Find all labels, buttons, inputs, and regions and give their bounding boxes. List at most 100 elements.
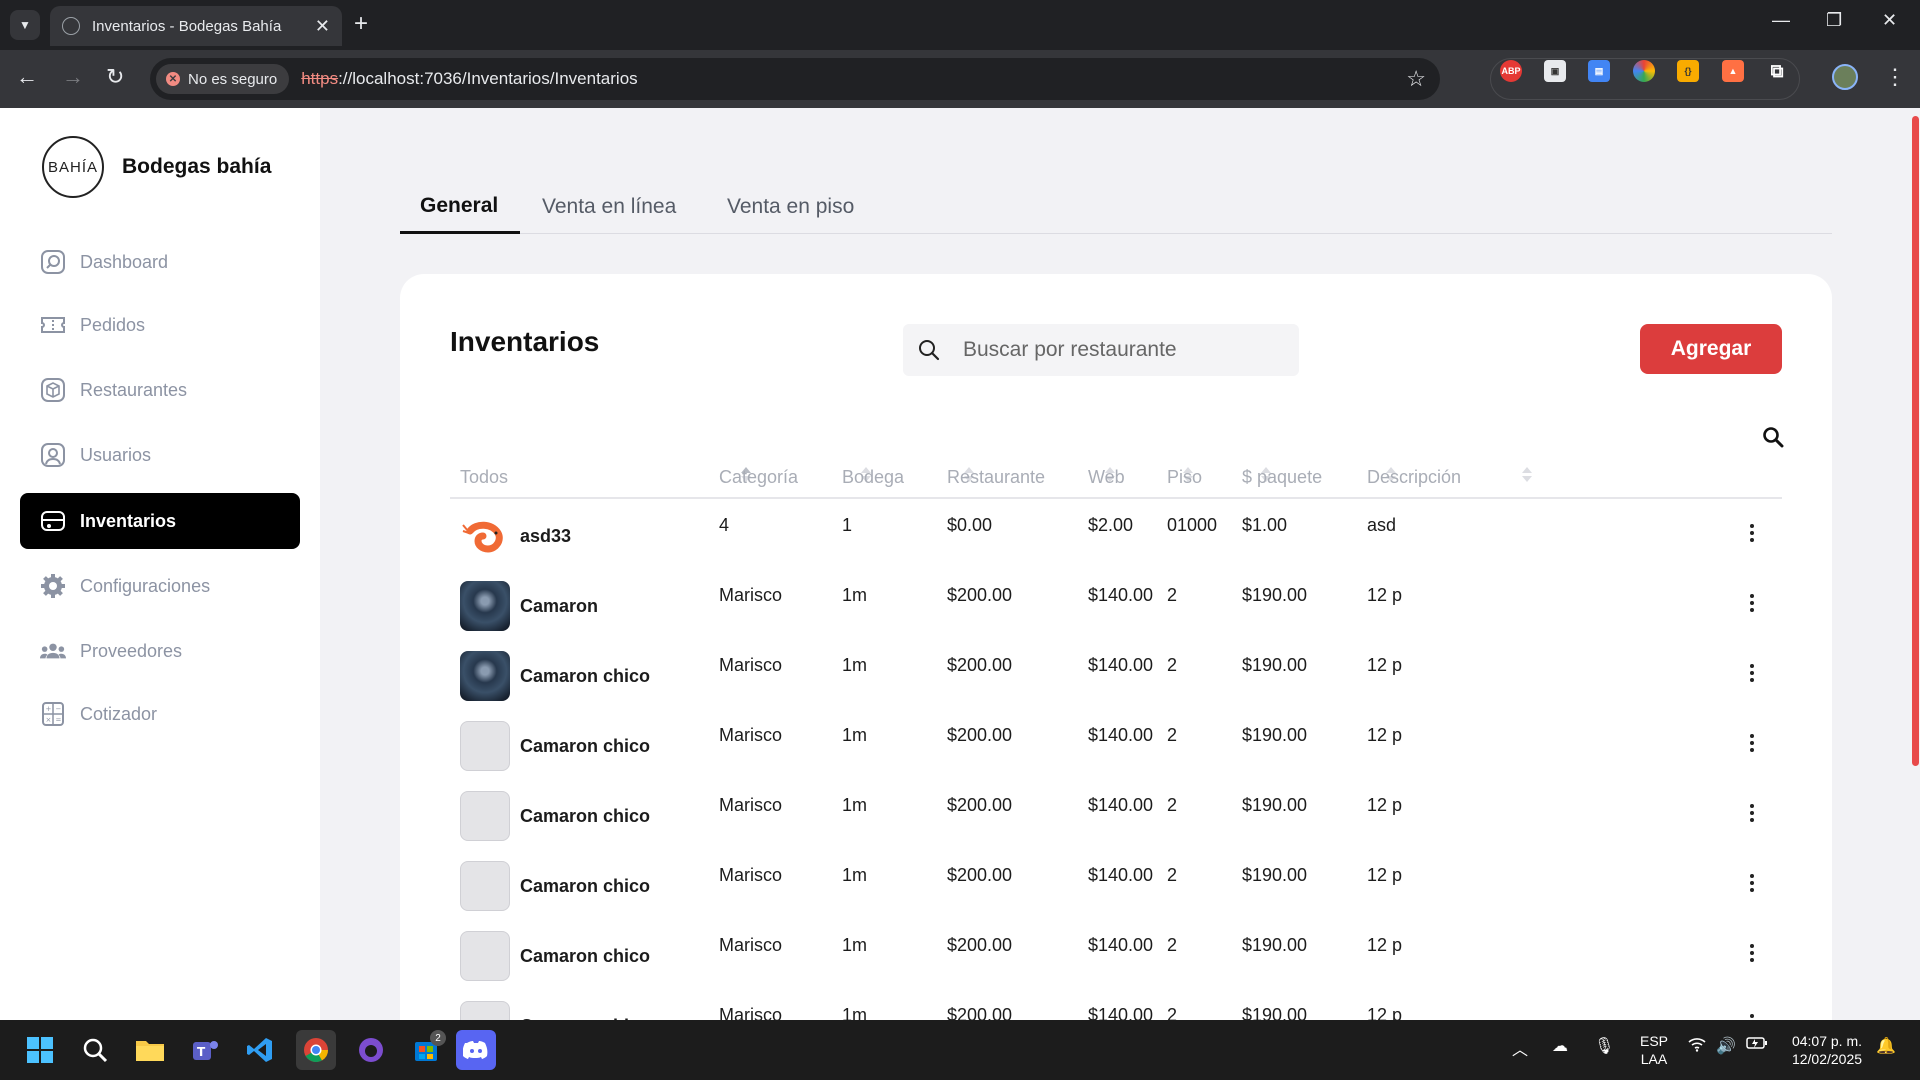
column-piso[interactable]: Piso — [1167, 467, 1202, 488]
onedrive-icon[interactable]: ☁ — [1552, 1036, 1568, 1056]
github-desktop-icon[interactable] — [351, 1030, 391, 1070]
table-search-icon[interactable] — [1762, 426, 1784, 453]
tab-close-icon[interactable]: ✕ — [315, 16, 330, 37]
adblock-extension-icon[interactable]: ABP — [1500, 60, 1522, 82]
search-box[interactable] — [903, 324, 1299, 376]
cell-categoria: Marisco — [719, 725, 783, 745]
product-thumbnail — [460, 511, 510, 561]
tab-venta-en-linea[interactable]: Venta en línea — [542, 195, 676, 219]
profile-avatar[interactable] — [1832, 64, 1858, 90]
column-paquete[interactable]: $ paquete — [1242, 467, 1322, 488]
sidebar-item-restaurantes[interactable]: Restaurantes — [20, 362, 300, 418]
row-actions-icon[interactable] — [1742, 659, 1762, 687]
url-path: ://localhost:7036/Inventarios/Inventario… — [338, 69, 638, 88]
row-actions-icon[interactable] — [1742, 939, 1762, 967]
row-actions-icon[interactable] — [1742, 799, 1762, 827]
vscode-icon[interactable] — [240, 1030, 280, 1070]
tray-overflow-icon[interactable]: ︿ — [1512, 1036, 1528, 1060]
microphone-icon[interactable]: 🎙 — [1594, 1036, 1614, 1056]
sidebar-item-usuarios[interactable]: Usuarios — [20, 427, 300, 483]
language-indicator[interactable]: ESP LAA — [1634, 1032, 1674, 1068]
cell-bodega: 1 — [842, 515, 853, 535]
table-row[interactable]: Camaron chicoMarisco1m$200.00$140.002$19… — [450, 851, 1782, 921]
discord-icon[interactable] — [456, 1030, 496, 1070]
pip-extension-icon[interactable]: ▣ — [1544, 60, 1566, 82]
sidebar-item-configuraciones[interactable]: Configuraciones — [20, 558, 300, 614]
table-row[interactable]: Camaron chicoMarisco1m$200.00$140.002$19… — [450, 711, 1782, 781]
fox-extension-icon[interactable]: ▲ — [1722, 60, 1744, 82]
cell-bodega: 1m — [842, 865, 868, 885]
notifications-bell-icon[interactable]: 🔔 — [1876, 1036, 1896, 1056]
cell-restaurante: $200.00 — [947, 935, 1013, 955]
new-tab-button[interactable]: + — [354, 12, 368, 36]
row-actions-icon[interactable] — [1742, 589, 1762, 617]
extensions-puzzle-icon[interactable]: ⧉ — [1766, 60, 1788, 82]
sidebar-item-inventarios[interactable]: Inventarios — [20, 493, 300, 549]
minimize-icon[interactable]: — — [1772, 10, 1790, 31]
url-text[interactable]: https://localhost:7036/Inventarios/Inven… — [301, 69, 637, 89]
product-thumbnail — [460, 791, 510, 841]
reload-icon[interactable]: ↻ — [106, 64, 124, 90]
scrollbar-thumb[interactable] — [1912, 116, 1919, 766]
column-descripcion[interactable]: Descripción — [1367, 467, 1461, 488]
sidebar-item-cotizador[interactable]: + − × = Cotizador — [20, 686, 300, 742]
table-row[interactable]: Camaron chicoMarisco1m$200.00$140.002$19… — [450, 781, 1782, 851]
address-bar[interactable]: ✕ No es seguro https://localhost:7036/In… — [150, 58, 1440, 100]
windows-start-icon[interactable] — [20, 1030, 60, 1070]
browser-tab-active[interactable]: Inventarios - Bodegas Bahía ✕ — [50, 6, 342, 46]
color-extension-icon[interactable] — [1633, 60, 1655, 82]
brand[interactable]: BAHÍA Bodegas bahía — [42, 136, 271, 198]
table-row[interactable]: Camaron chicoMarisco1m$200.00$140.002$19… — [450, 921, 1782, 991]
store-icon[interactable]: 2 — [406, 1030, 446, 1070]
teams-icon[interactable]: T — [185, 1030, 225, 1070]
column-web[interactable]: Web — [1088, 467, 1125, 488]
tab-search-button[interactable]: ▼ — [10, 10, 40, 40]
chrome-icon[interactable] — [296, 1030, 336, 1070]
user-icon — [40, 442, 66, 468]
restore-icon[interactable]: ❐ — [1826, 10, 1842, 31]
taskbar-search-icon[interactable] — [75, 1030, 115, 1070]
row-actions-icon[interactable] — [1742, 1009, 1762, 1020]
close-window-icon[interactable]: ✕ — [1882, 10, 1897, 31]
column-bodega[interactable]: Bodega — [842, 467, 904, 488]
svg-text:=: = — [56, 716, 62, 724]
column-restaurante[interactable]: Restaurante — [947, 467, 1045, 488]
search-input[interactable] — [963, 338, 1283, 362]
json-extension-icon[interactable]: {} — [1677, 60, 1699, 82]
cell-categoria: 4 — [719, 515, 730, 535]
table-row[interactable]: Camaron chicoMarisco1m$200.00$140.002$19… — [450, 641, 1782, 711]
sidebar-item-dashboard[interactable]: Dashboard — [20, 234, 300, 290]
language-code: ESP — [1639, 1033, 1668, 1049]
table-row[interactable]: Camaron chicoMarisco1m$200.00$140.002$19… — [450, 991, 1782, 1020]
not-secure-icon: ✕ — [166, 72, 180, 86]
file-explorer-icon[interactable] — [130, 1030, 170, 1070]
clock[interactable]: 04:07 p. m. 12/02/2025 — [1782, 1032, 1872, 1068]
row-actions-icon[interactable] — [1742, 869, 1762, 897]
browser-menu-icon[interactable]: ⋮ — [1884, 64, 1906, 90]
calculator-icon: + − × = — [40, 701, 66, 727]
battery-icon[interactable] — [1746, 1036, 1768, 1055]
tab-venta-en-piso[interactable]: Venta en piso — [727, 195, 854, 219]
sort-icon[interactable] — [1522, 465, 1532, 485]
wifi-icon[interactable] — [1688, 1036, 1706, 1057]
row-actions-icon[interactable] — [1742, 519, 1762, 547]
docs-extension-icon[interactable]: ▤ — [1588, 60, 1610, 82]
page-scrollbar[interactable] — [1910, 108, 1920, 1020]
add-button[interactable]: Agregar — [1640, 324, 1782, 374]
forward-icon[interactable]: → — [62, 64, 84, 90]
back-icon[interactable]: ← — [16, 64, 38, 90]
cell-bodega: 1m — [842, 655, 868, 675]
security-indicator[interactable]: ✕ No es seguro — [156, 64, 290, 94]
row-actions-icon[interactable] — [1742, 729, 1762, 757]
bookmark-star-icon[interactable]: ☆ — [1406, 66, 1426, 92]
cell-categoria: Marisco — [719, 1005, 783, 1020]
cell-categoria: Marisco — [719, 585, 783, 605]
tab-general[interactable]: General — [420, 194, 498, 218]
sidebar-item-pedidos[interactable]: Pedidos — [20, 297, 300, 353]
table-row[interactable]: Camaron Marisco 1m $200.00 $140.00 2 $190.00 12… — [450, 571, 1782, 641]
sidebar-item-proveedores[interactable]: Proveedores — [20, 623, 300, 679]
column-categoria[interactable]: Categoría — [719, 467, 798, 488]
volume-icon[interactable]: 🔊 — [1716, 1036, 1736, 1056]
table-row[interactable]: asd33 4 1 $0.00 $2.00 01000 $1.00 asd — [450, 501, 1782, 571]
column-todos[interactable]: Todos — [460, 467, 508, 488]
